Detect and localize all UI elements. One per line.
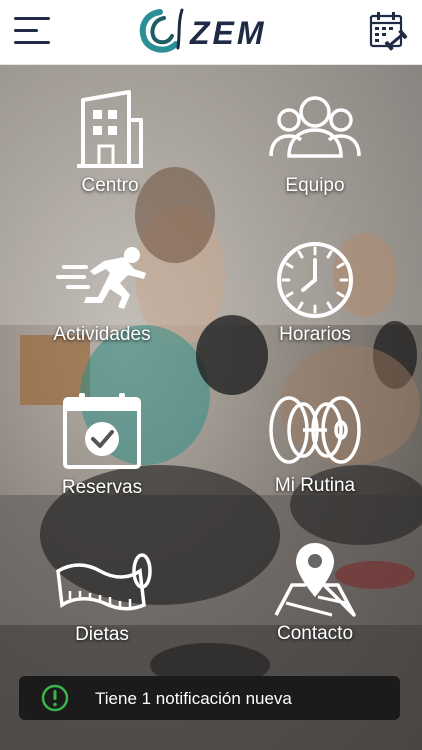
app-header: ZEM [0,0,422,65]
clock-icon [277,242,353,318]
menu-item-label: Actividades [53,324,151,345]
menu-item-label: Equipo [285,175,345,196]
logo-swirl-icon [139,8,184,53]
running-person-icon [56,247,146,309]
zem-logo: ZEM [138,4,284,58]
weight-plates-icon [269,396,361,464]
calendar-dumbbell-icon [369,12,408,51]
team-icon [269,96,361,158]
menu-item-dietas[interactable]: Dietas [22,547,182,667]
menu-item-label: Reservas [61,477,143,498]
measuring-tape-icon [56,553,152,611]
menu-item-equipo[interactable]: Equipo [235,90,395,210]
menu-button[interactable] [12,13,52,49]
schedule-button[interactable] [368,10,410,52]
menu-item-contacto[interactable]: Contacto [235,541,395,661]
menu-item-centro[interactable]: Centro [30,90,190,210]
menu-item-reservas[interactable]: Reservas [22,391,182,511]
exclamation-circle-icon [41,684,69,712]
menu-item-label: Mi Rutina [274,475,356,496]
calendar-check-icon [63,393,141,469]
notification-banner[interactable]: Tiene 1 notificación nueva [19,676,400,720]
menu-item-label: Centro [81,175,139,196]
map-pin-icon [274,543,356,617]
menu-item-mi-rutina[interactable]: Mi Rutina [235,393,395,513]
menu-item-horarios[interactable]: Horarios [235,240,395,360]
building-icon [77,90,143,168]
menu-item-label: Contacto [276,623,354,644]
home-menu: Centro Equipo Actividades Horarios Reser… [0,65,422,750]
menu-item-label: Dietas [75,624,129,645]
hamburger-menu-icon [14,17,50,44]
brand-name: ZEM [189,15,267,51]
menu-item-label: Horarios [279,324,351,345]
notification-text: Tiene 1 notificación nueva [95,689,292,708]
menu-item-actividades[interactable]: Actividades [22,243,182,363]
